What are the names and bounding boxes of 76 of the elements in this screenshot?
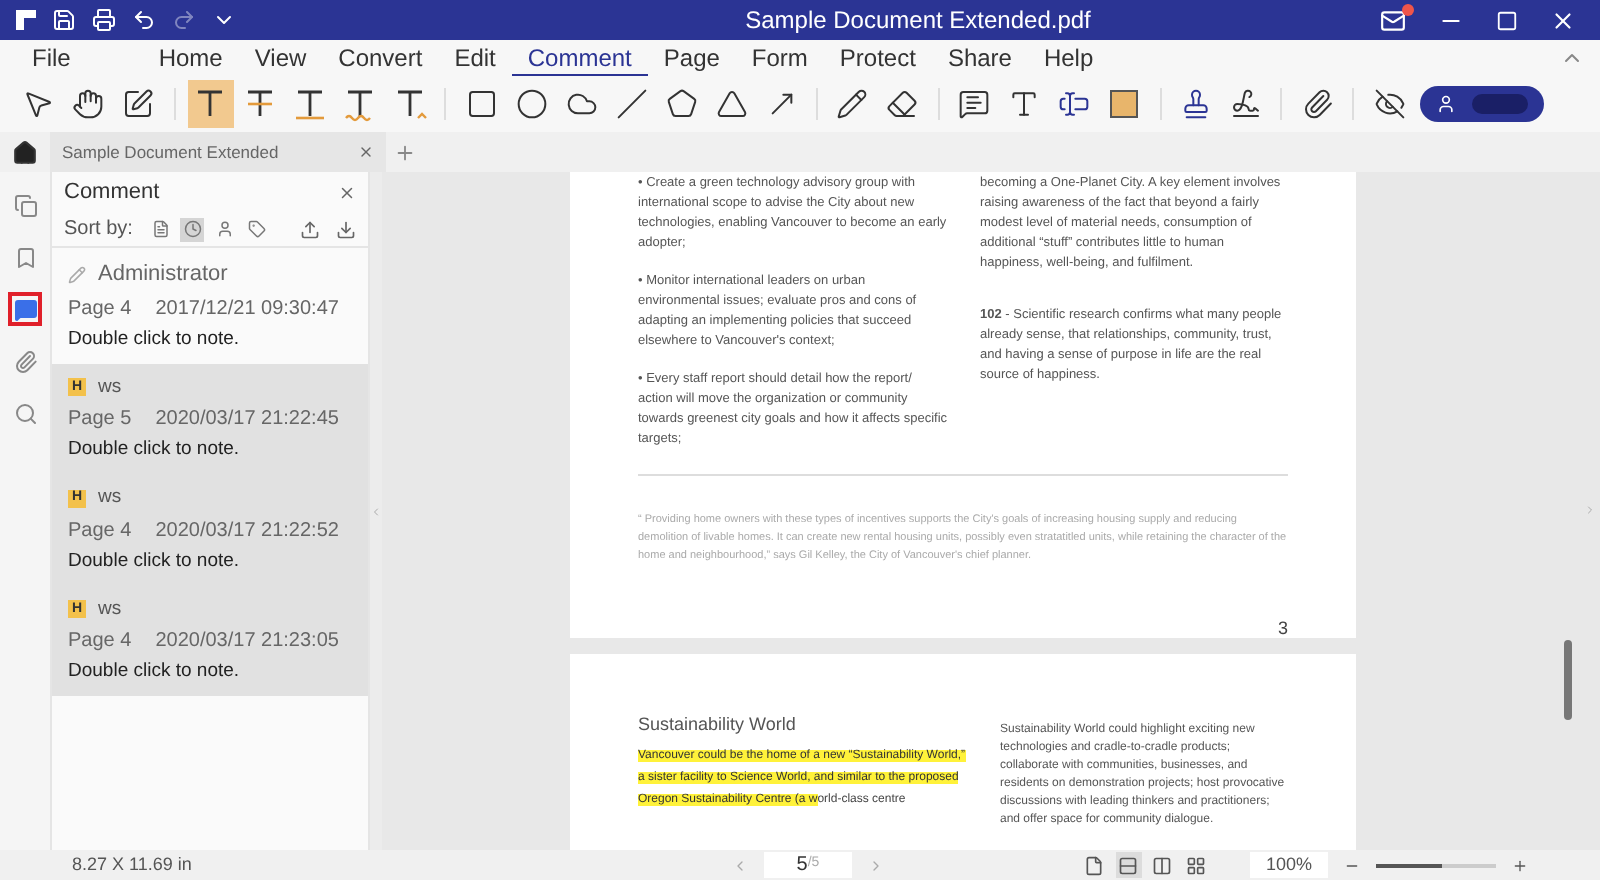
view-mode-button[interactable] — [1081, 852, 1108, 878]
comment-text: Double click to note. — [68, 436, 242, 464]
sort-label: Sort by: — [64, 216, 133, 244]
text-markup-icon — [292, 86, 329, 122]
home-icon[interactable] — [12, 139, 38, 165]
page-number: 3 — [1277, 618, 1288, 638]
view-single-icon — [1084, 855, 1105, 875]
comment-page: Page 4 — [68, 517, 132, 545]
app-logo-icon — [16, 10, 36, 30]
close-icon[interactable] — [338, 183, 356, 201]
user-icon — [1436, 94, 1457, 114]
close-icon — [358, 144, 375, 160]
sort-time-icon — [183, 220, 202, 238]
comment-author: ws — [98, 484, 122, 513]
sort-type-icon — [247, 220, 266, 238]
menu-tab[interactable]: Edit — [438, 40, 512, 76]
sidebar-panel-button[interactable] — [8, 292, 42, 326]
sort-option[interactable] — [180, 217, 205, 241]
sort-option[interactable] — [148, 217, 173, 241]
menu-tab[interactable]: View — [238, 40, 323, 76]
view-mode-button[interactable] — [1183, 852, 1210, 878]
comment-date: 2020/03/17 21:22:45 — [155, 406, 339, 434]
view-mode-button[interactable] — [1149, 852, 1176, 878]
account-button[interactable] — [1420, 86, 1545, 122]
zoom-field[interactable]: 100% — [1249, 852, 1328, 878]
sort-option[interactable] — [244, 217, 269, 241]
maximize-icon[interactable] — [1496, 9, 1518, 31]
close-icon[interactable] — [1550, 7, 1576, 33]
menu-tab[interactable]: Protect — [823, 40, 932, 76]
print-icon[interactable] — [92, 8, 116, 32]
comment-author: ws — [98, 373, 122, 402]
comment-date: 2020/03/17 21:23:05 — [155, 628, 339, 656]
comment-text: Double click to note. — [68, 658, 242, 686]
menu-tab[interactable]: Form — [735, 40, 824, 76]
menu-tab[interactable]: Share — [931, 40, 1028, 76]
comment-date: 2020/03/17 21:22:52 — [155, 517, 339, 545]
comment-page: Page 4 — [68, 628, 132, 656]
menu-tab[interactable]: Page — [647, 40, 736, 76]
view-continuous-icon — [1118, 855, 1139, 875]
view-grid-icon — [1186, 855, 1207, 875]
redaction-bar — [1472, 94, 1529, 114]
menu-tab[interactable]: Home — [142, 40, 239, 76]
save-icon[interactable] — [52, 8, 76, 32]
menu-tab[interactable]: File — [16, 40, 87, 76]
view-mode-button[interactable] — [1115, 852, 1142, 878]
pencil-icon — [68, 265, 86, 284]
sort-author-icon — [215, 220, 234, 238]
comment-author: ws — [98, 595, 122, 624]
comment-date: 2017/12/21 09:30:47 — [155, 295, 339, 323]
undo-icon[interactable] — [132, 8, 156, 32]
scrollbar-thumb[interactable] — [1564, 640, 1572, 720]
new-tab-icon[interactable] — [394, 141, 417, 163]
bookmarks-panel-icon — [13, 245, 37, 269]
menu-tab[interactable]: Help — [1027, 40, 1110, 76]
menu-tab[interactable]: Convert — [322, 40, 439, 76]
page-size: 8.27 X 11.69 in — [72, 851, 194, 878]
comment-author: Administrator — [98, 260, 228, 290]
export-icon[interactable] — [300, 219, 320, 239]
section-heading: Sustainability World — [638, 714, 798, 734]
attachments-panel-icon — [13, 349, 37, 373]
comment-page: Page 4 — [68, 295, 132, 323]
document-tab[interactable]: Sample Document Extended — [50, 132, 387, 172]
sort-page-icon — [151, 220, 170, 238]
view-two-page-icon — [1152, 855, 1173, 875]
window-title: Sample Document Extended.pdf — [745, 4, 1091, 38]
comment-text: Double click to note. — [68, 547, 242, 575]
mail-icon[interactable] — [1380, 7, 1406, 33]
zoom-in-icon[interactable] — [1512, 857, 1528, 873]
import-icon[interactable] — [336, 219, 356, 239]
text-markup-tool[interactable] — [187, 80, 234, 128]
search-panel-icon — [13, 401, 37, 425]
comment-page: Page 5 — [68, 406, 132, 434]
comment-text: Double click to note. — [68, 325, 242, 353]
pages-panel-icon — [13, 193, 37, 217]
panel-title: Comment — [64, 177, 160, 208]
comments-panel-icon — [13, 297, 37, 321]
